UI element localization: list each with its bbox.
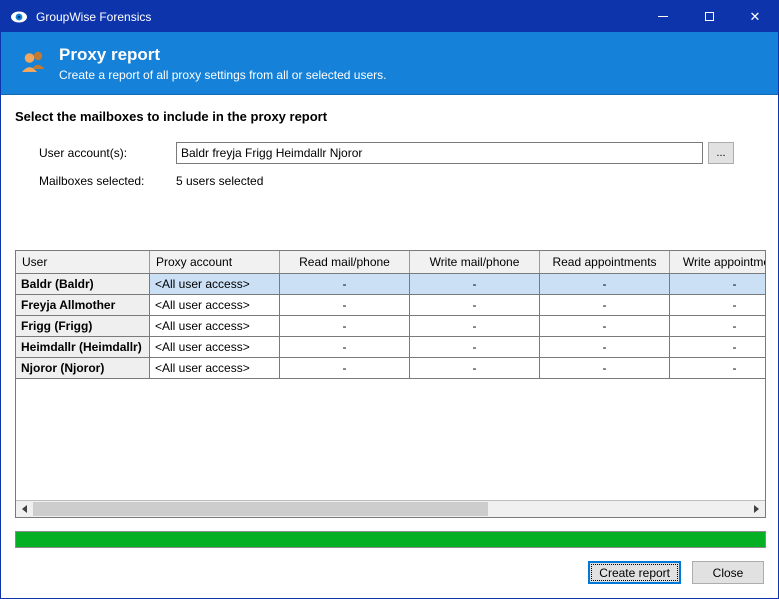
close-icon: ✕ — [750, 10, 761, 23]
header-banner: Proxy report Create a report of all prox… — [1, 32, 778, 95]
cell-proxy-account[interactable]: <All user access> — [150, 316, 280, 337]
cell-read-appointments[interactable]: - — [540, 337, 670, 358]
main-content: Select the mailboxes to include in the p… — [1, 95, 778, 598]
table-row[interactable]: Njoror (Njoror)<All user access>---- — [16, 358, 766, 379]
column-header-proxy-account[interactable]: Proxy account — [150, 251, 280, 273]
cell-read-mail-phone[interactable]: - — [280, 337, 410, 358]
close-button[interactable]: Close — [692, 561, 764, 584]
table-header-row: UserProxy accountRead mail/phoneWrite ma… — [16, 251, 766, 274]
eye-icon — [10, 8, 28, 26]
column-header-read-mail-phone[interactable]: Read mail/phone — [280, 251, 410, 273]
mailboxes-selected-row: Mailboxes selected: 5 users selected — [39, 174, 764, 188]
proxy-table: UserProxy accountRead mail/phoneWrite ma… — [15, 250, 766, 518]
scrollbar-thumb[interactable] — [33, 502, 488, 516]
cell-read-appointments[interactable]: - — [540, 358, 670, 379]
page-title: Proxy report — [59, 45, 386, 65]
cell-proxy-account[interactable]: <All user access> — [150, 274, 280, 295]
cell-read-appointments[interactable]: - — [540, 316, 670, 337]
maximize-button[interactable] — [686, 1, 732, 32]
minimize-icon — [658, 16, 668, 17]
cell-proxy-account[interactable]: <All user access> — [150, 295, 280, 316]
cell-read-mail-phone[interactable]: - — [280, 358, 410, 379]
progress-bar — [15, 531, 766, 548]
user-accounts-row: User account(s): ... — [39, 142, 764, 164]
user-accounts-label: User account(s): — [39, 146, 176, 160]
maximize-icon — [705, 12, 714, 21]
row-header-user[interactable]: Freyja Allmother — [16, 295, 150, 316]
footer-buttons: Create report Close — [15, 561, 764, 584]
table-row[interactable]: Frigg (Frigg)<All user access>---- — [16, 316, 766, 337]
triangle-left-icon — [22, 505, 27, 513]
cell-write-mail-phone[interactable]: - — [410, 337, 540, 358]
caption-buttons: ✕ — [640, 1, 778, 32]
cell-read-appointments[interactable]: - — [540, 295, 670, 316]
horizontal-scrollbar[interactable] — [16, 500, 765, 517]
banner-text: Proxy report Create a report of all prox… — [59, 45, 386, 82]
cell-read-appointments[interactable]: - — [540, 274, 670, 295]
minimize-button[interactable] — [640, 1, 686, 32]
scroll-right-button[interactable] — [748, 501, 765, 517]
column-header-user[interactable]: User — [16, 251, 150, 273]
row-header-user[interactable]: Baldr (Baldr) — [16, 274, 150, 295]
cell-proxy-account[interactable]: <All user access> — [150, 358, 280, 379]
cell-write-appointments[interactable]: - — [670, 316, 766, 337]
row-header-user[interactable]: Heimdallr (Heimdallr) — [16, 337, 150, 358]
browse-users-button[interactable]: ... — [708, 142, 734, 164]
triangle-right-icon — [754, 505, 759, 513]
page-subtitle: Create a report of all proxy settings fr… — [59, 68, 386, 82]
cell-read-mail-phone[interactable]: - — [280, 316, 410, 337]
progress-fill — [16, 532, 765, 547]
mailboxes-selected-value: 5 users selected — [176, 174, 263, 188]
cell-read-mail-phone[interactable]: - — [280, 295, 410, 316]
column-header-read-appointments[interactable]: Read appointments — [540, 251, 670, 273]
users-icon — [19, 48, 49, 79]
scroll-left-button[interactable] — [16, 501, 33, 517]
row-header-user[interactable]: Njoror (Njoror) — [16, 358, 150, 379]
window-title: GroupWise Forensics — [36, 10, 151, 24]
cell-write-mail-phone[interactable]: - — [410, 295, 540, 316]
table-body: Baldr (Baldr)<All user access>----Freyja… — [16, 274, 766, 379]
cell-write-appointments[interactable]: - — [670, 337, 766, 358]
cell-read-mail-phone[interactable]: - — [280, 274, 410, 295]
app-window: GroupWise Forensics ✕ Proxy report — [0, 0, 779, 599]
mailboxes-selected-label: Mailboxes selected: — [39, 174, 176, 188]
cell-write-appointments[interactable]: - — [670, 295, 766, 316]
cell-write-mail-phone[interactable]: - — [410, 274, 540, 295]
cell-write-mail-phone[interactable]: - — [410, 316, 540, 337]
table-row[interactable]: Freyja Allmother<All user access>---- — [16, 295, 766, 316]
cell-write-appointments[interactable]: - — [670, 274, 766, 295]
cell-proxy-account[interactable]: <All user access> — [150, 337, 280, 358]
table-row[interactable]: Baldr (Baldr)<All user access>---- — [16, 274, 766, 295]
column-header-write-mail-phone[interactable]: Write mail/phone — [410, 251, 540, 273]
cell-write-mail-phone[interactable]: - — [410, 358, 540, 379]
table-row[interactable]: Heimdallr (Heimdallr)<All user access>--… — [16, 337, 766, 358]
cell-write-appointments[interactable]: - — [670, 358, 766, 379]
user-accounts-input[interactable] — [176, 142, 703, 164]
titlebar[interactable]: GroupWise Forensics ✕ — [1, 1, 778, 32]
column-header-write-appointments[interactable]: Write appointments — [670, 251, 766, 273]
close-window-button[interactable]: ✕ — [732, 1, 778, 32]
row-header-user[interactable]: Frigg (Frigg) — [16, 316, 150, 337]
section-heading: Select the mailboxes to include in the p… — [15, 109, 764, 124]
create-report-button[interactable]: Create report — [588, 561, 681, 584]
